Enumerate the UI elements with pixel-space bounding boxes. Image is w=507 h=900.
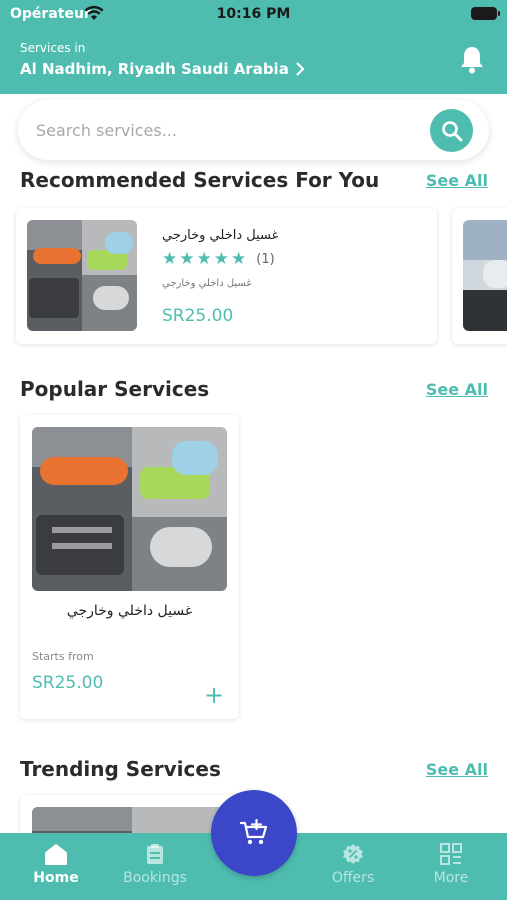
- home-icon: [45, 844, 67, 865]
- recommended-see-all-link[interactable]: See All: [426, 171, 488, 190]
- location-caption: Services in: [20, 41, 86, 55]
- rating-count: (1): [256, 252, 275, 267]
- search-input[interactable]: [36, 116, 416, 144]
- offers-badge-icon: [343, 844, 363, 864]
- star-icon: ★: [231, 249, 247, 269]
- service-image: [27, 220, 137, 331]
- search-icon: [441, 120, 462, 141]
- service-price: SR25.00: [32, 673, 104, 693]
- tab-offers[interactable]: Offers: [308, 833, 398, 900]
- app-header: Opérateur 10:16 PM Services in Al Nadhim…: [0, 0, 507, 94]
- search-bar: [18, 100, 489, 160]
- recommended-service-card-partial[interactable]: [452, 208, 507, 344]
- star-icon: ★: [213, 249, 229, 269]
- star-icon: ★: [179, 249, 195, 269]
- popular-title: Popular Services: [20, 377, 210, 401]
- cart-button[interactable]: [211, 790, 297, 876]
- service-price: SR25.00: [162, 306, 234, 326]
- plus-icon[interactable]: +: [204, 683, 224, 707]
- service-subtitle: غسيل داخلي وخارجي: [162, 278, 252, 289]
- tab-bookings[interactable]: Bookings: [110, 833, 200, 900]
- rating-stars: ★ ★ ★ ★ ★ (1): [162, 251, 275, 268]
- starts-from-label: Starts from: [32, 650, 94, 663]
- tab-label: Offers: [331, 870, 375, 886]
- popular-see-all-link[interactable]: See All: [426, 380, 488, 399]
- tab-label: Bookings: [123, 870, 187, 886]
- grid-icon: [440, 843, 462, 865]
- tab-home[interactable]: Home: [11, 833, 101, 900]
- popular-service-card[interactable]: غسيل داخلي وخارجي Starts from SR25.00 +: [20, 415, 239, 719]
- location-value: Al Nadhim, Riyadh Saudi Arabia: [20, 60, 289, 78]
- tab-label: Home: [33, 870, 79, 886]
- chevron-right-icon: [296, 62, 305, 76]
- tab-more[interactable]: More: [406, 833, 496, 900]
- recommended-service-card[interactable]: غسيل داخلي وخارجي ★ ★ ★ ★ ★ (1) غسيل داخ…: [16, 208, 437, 344]
- cart-plus-icon: [239, 819, 268, 845]
- trending-see-all-link[interactable]: See All: [426, 760, 488, 779]
- bell-icon[interactable]: [459, 45, 485, 75]
- recommended-title: Recommended Services For You: [20, 168, 380, 192]
- tab-label: More: [433, 870, 469, 886]
- service-title: غسيل داخلي وخارجي: [66, 603, 193, 619]
- battery-icon: [471, 7, 500, 20]
- status-bar: Opérateur 10:16 PM: [0, 0, 507, 30]
- service-image: [32, 427, 227, 591]
- clipboard-icon: [147, 844, 163, 864]
- service-title: غسيل داخلي وخارجي: [162, 228, 279, 243]
- star-icon: ★: [196, 249, 212, 269]
- status-time: 10:16 PM: [216, 6, 291, 22]
- search-button[interactable]: [430, 109, 473, 152]
- service-image: [463, 220, 507, 331]
- star-icon: ★: [162, 249, 178, 269]
- location-selector[interactable]: Al Nadhim, Riyadh Saudi Arabia: [20, 60, 305, 78]
- trending-title: Trending Services: [20, 757, 221, 781]
